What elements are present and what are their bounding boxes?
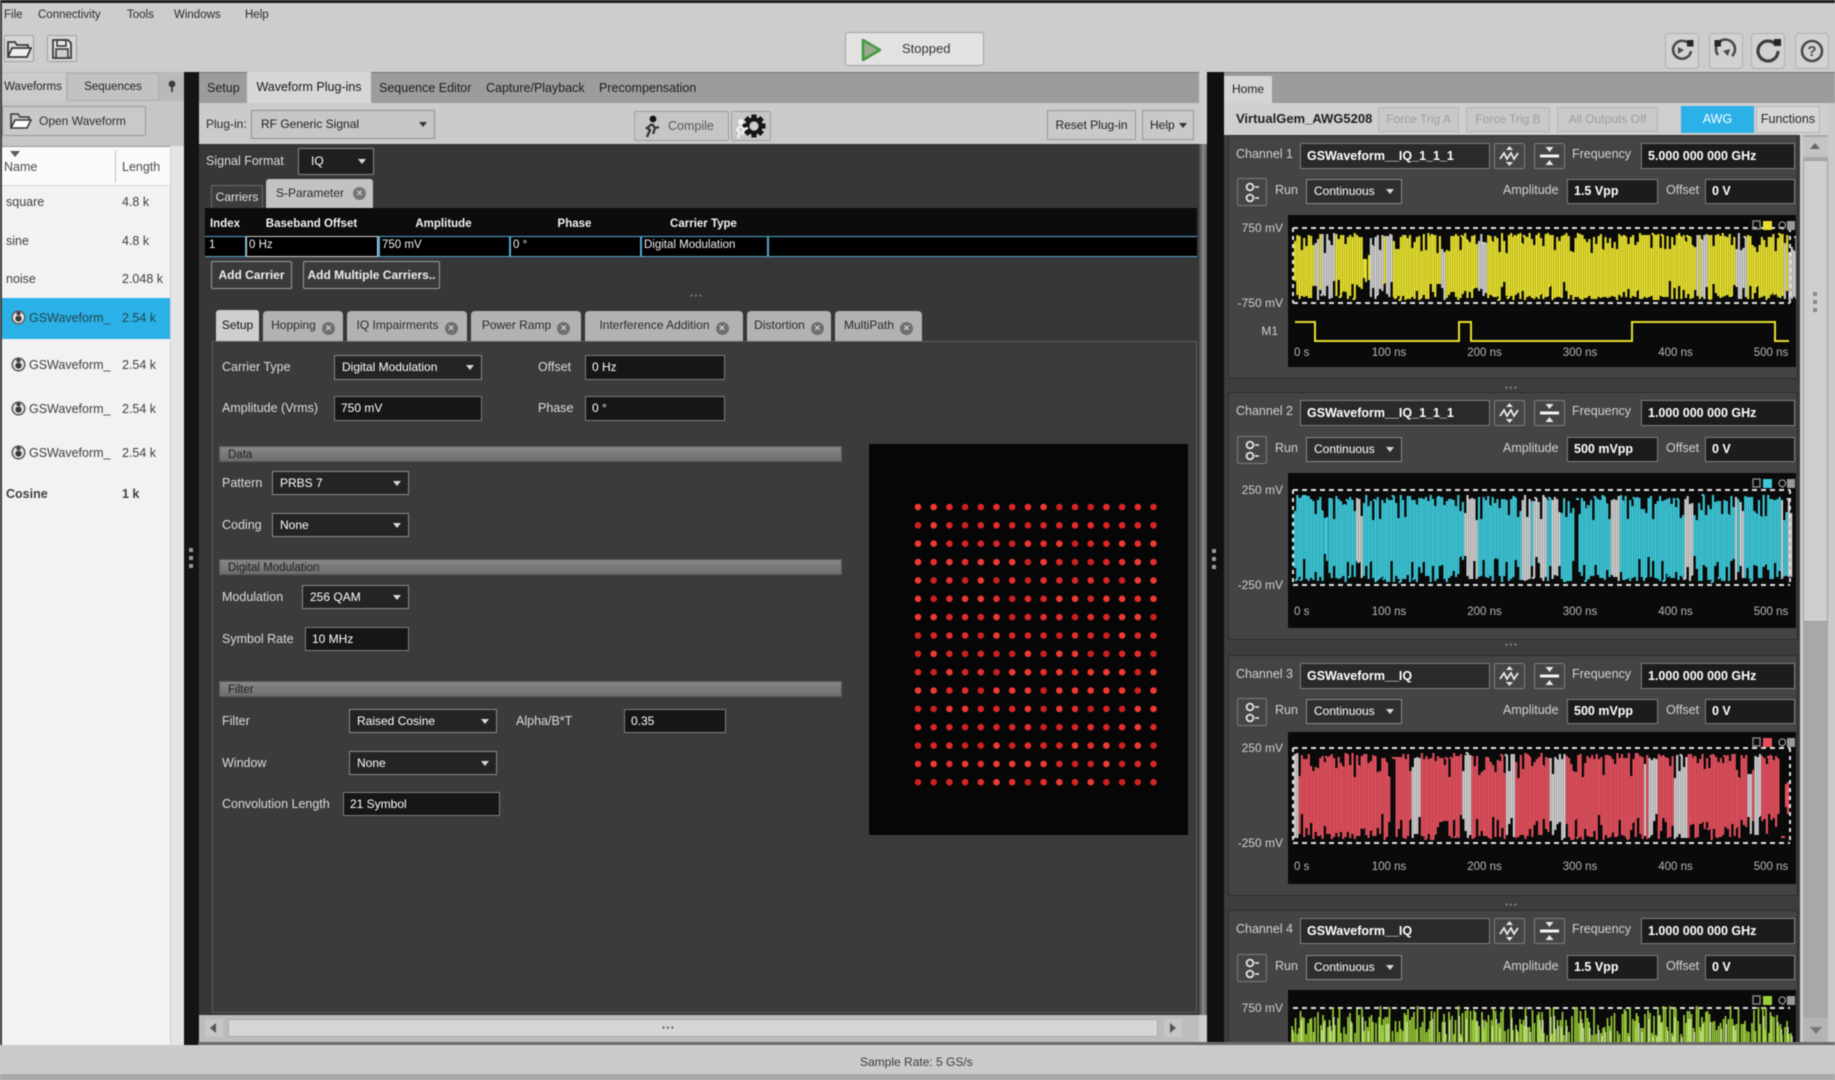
- svg-text:Q: Q: [1778, 220, 1787, 230]
- svg-text:Q: Q: [1778, 995, 1787, 1005]
- svg-text:Q: Q: [1778, 478, 1787, 488]
- svg-text:Q: Q: [1778, 737, 1787, 747]
- svg-text:?: ?: [1807, 43, 1816, 60]
